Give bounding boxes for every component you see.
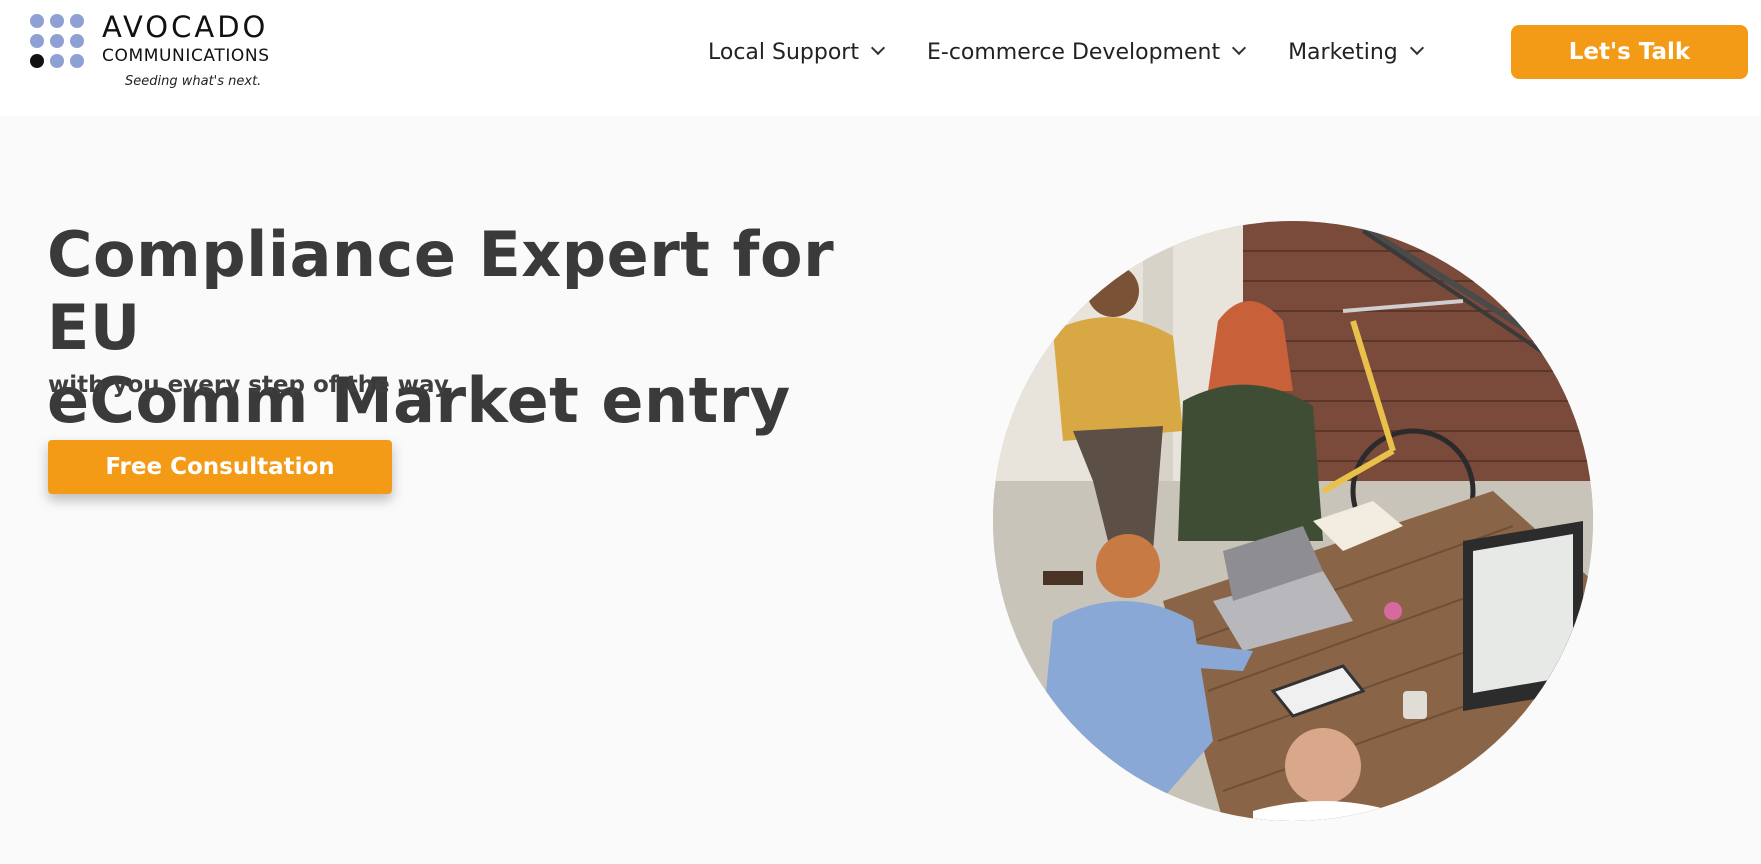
nav-item-label: Local Support: [708, 39, 859, 65]
logo-dots-icon: [30, 14, 86, 70]
main-nav: Local Support E-commerce Development Mar…: [708, 36, 1466, 68]
brand-tagline: Seeding what's next.: [125, 74, 262, 89]
nav-item-local-support[interactable]: Local Support: [708, 39, 886, 65]
nav-item-label: Marketing: [1288, 39, 1398, 65]
chevron-down-icon: [870, 40, 886, 56]
brand-logo[interactable]: AVOCADO COMMUNICATIONS Seeding what's ne…: [30, 10, 310, 94]
brand-subname: COMMUNICATIONS: [102, 46, 270, 66]
nav-item-label: E-commerce Development: [926, 39, 1221, 65]
hero-team-photo: [993, 221, 1593, 821]
free-consultation-button[interactable]: Free Consultation: [48, 440, 392, 494]
hero-title-line: Compliance Expert for EU: [47, 218, 835, 364]
site-header: AVOCADO COMMUNICATIONS Seeding what's ne…: [0, 0, 1761, 116]
team-illustration: [993, 221, 1593, 821]
chevron-down-icon: [1409, 40, 1424, 56]
hero-subtitle: with you every step of the way: [48, 372, 449, 398]
chevron-down-icon: [1232, 40, 1247, 56]
lets-talk-button[interactable]: Let's Talk: [1511, 25, 1748, 79]
nav-item-ecommerce-development[interactable]: E-commerce Development: [926, 39, 1247, 65]
hero-title: Compliance Expert for EU eComm Market en…: [47, 218, 927, 437]
nav-item-marketing[interactable]: Marketing: [1288, 39, 1424, 65]
brand-name: AVOCADO: [102, 10, 269, 44]
